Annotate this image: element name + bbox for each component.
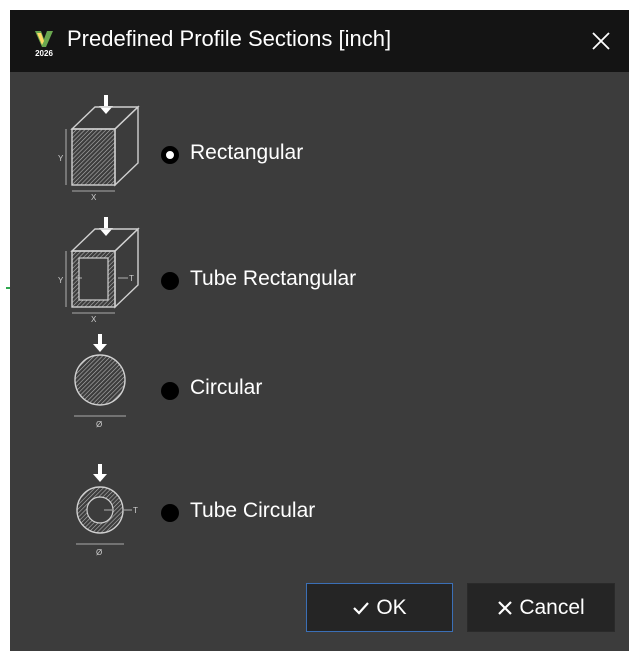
title-bar[interactable]: 2026 Predefined Profile Sections [inch] <box>10 10 629 72</box>
radio-rectangular[interactable] <box>161 146 179 164</box>
close-icon <box>592 32 610 50</box>
dim-x-label: X <box>91 193 97 200</box>
radio-tube-rectangular[interactable] <box>161 272 179 290</box>
cancel-button-label: Cancel <box>519 595 585 619</box>
ok-button[interactable]: OK <box>306 583 453 632</box>
option-circular[interactable]: Ø Circular <box>10 334 629 444</box>
label-tube-rectangular: Tube Rectangular <box>190 267 357 290</box>
dim-diameter-label: Ø <box>96 548 102 557</box>
dim-y-label: Y <box>58 276 64 285</box>
predefined-profile-sections-dialog: 2026 Predefined Profile Sections [inch] <box>10 10 629 651</box>
radio-tube-circular[interactable] <box>161 504 179 522</box>
app-logo-badge: 2026 <box>35 49 53 57</box>
x-icon <box>498 600 513 615</box>
tube-circular-section-icon: T Ø <box>76 464 138 557</box>
app-logo-icon: 2026 <box>35 31 53 57</box>
option-tube-circular[interactable]: T Ø Tube Circular <box>10 454 629 564</box>
close-button[interactable] <box>573 10 629 72</box>
cancel-button[interactable]: Cancel <box>467 583 615 632</box>
label-rectangular: Rectangular <box>190 141 304 164</box>
tube-rectangular-section-icon: T Y X <box>58 217 140 322</box>
option-tube-rectangular[interactable]: T Y X Tube Rectangular <box>10 212 629 322</box>
rectangular-section-icon: Y X <box>58 95 140 200</box>
dim-x-label: X <box>91 315 97 322</box>
screen-frame: 2026 Predefined Profile Sections [inch] <box>0 0 629 651</box>
dim-t-label: T <box>133 506 138 515</box>
label-tube-circular: Tube Circular <box>190 499 316 522</box>
ok-button-label: OK <box>376 595 407 619</box>
option-rectangular[interactable]: Y X Rectangular <box>10 90 629 200</box>
dim-diameter-label: Ø <box>96 420 102 429</box>
dim-t-label: T <box>129 274 134 283</box>
radio-circular[interactable] <box>161 382 179 400</box>
check-icon <box>353 601 370 615</box>
label-circular: Circular <box>190 376 263 399</box>
dim-y-label: Y <box>58 154 64 163</box>
dialog-title: Predefined Profile Sections [inch] <box>67 26 392 51</box>
circular-section-icon: Ø <box>74 334 126 429</box>
